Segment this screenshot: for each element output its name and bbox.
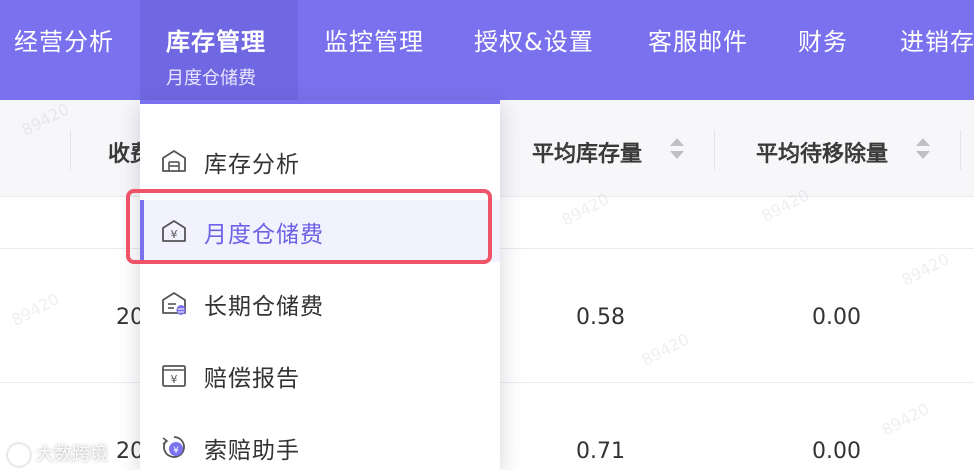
cell-avg-pending: 0.00: [812, 439, 861, 464]
header-avg-pending-removal[interactable]: 平均待移除量: [756, 136, 888, 168]
sort-avg-pending-icon[interactable]: [916, 138, 930, 162]
cell-avg-stock: 0.71: [576, 439, 625, 464]
menu-item-label: 长期仓储费: [204, 294, 324, 320]
active-indicator: [140, 200, 144, 262]
svg-text:¥: ¥: [171, 373, 178, 386]
cell-avg-pending: 0.00: [812, 305, 861, 330]
nav-item-monitoring[interactable]: 监控管理: [324, 22, 424, 58]
corner-logo: 大数跨境: [8, 440, 108, 466]
menu-item-long-term-storage-fee[interactable]: 长期仓储费: [140, 272, 500, 334]
nav-item-inventory[interactable]: 库存管理: [166, 22, 266, 58]
yen-box-icon: ¥: [160, 361, 188, 389]
column-divider: [960, 130, 961, 170]
warehouse-coin-icon: [160, 289, 188, 317]
nav-item-purchase-sales[interactable]: 进销存: [900, 22, 974, 58]
svg-text:¥: ¥: [173, 446, 179, 456]
nav-item-authorization-settings[interactable]: 授权&设置: [474, 22, 594, 58]
cell-avg-stock: 0.58: [576, 305, 625, 330]
nav-item-inventory-sublabel: 月度仓储费: [166, 68, 256, 89]
menu-item-label: 库存分析: [204, 152, 300, 178]
menu-item-label: 月度仓储费: [204, 222, 324, 248]
warehouse-yen-icon: ¥: [160, 217, 188, 245]
column-divider: [70, 130, 71, 170]
claim-icon: ¥: [160, 433, 188, 461]
nav-item-customer-email[interactable]: 客服邮件: [648, 22, 748, 58]
menu-item-label: 赔偿报告: [204, 366, 300, 392]
top-nav: 经营分析 库存管理 月度仓储费 监控管理 授权&设置 客服邮件 财务 进销存: [0, 0, 974, 100]
inventory-dropdown-menu: 库存分析 ¥ 月度仓储费 长期仓储费 ¥ 赔偿报告 ¥ 索赔助手: [140, 100, 500, 470]
corner-logo-text: 大数跨境: [36, 444, 108, 465]
warehouse-icon: [160, 147, 188, 175]
column-divider: [714, 130, 715, 170]
sort-avg-stock-icon[interactable]: [670, 138, 684, 162]
logo-icon: [8, 444, 30, 466]
menu-item-label: 索赔助手: [204, 438, 300, 464]
menu-item-compensation-report[interactable]: ¥ 赔偿报告: [140, 344, 500, 406]
menu-item-monthly-storage-fee[interactable]: ¥ 月度仓储费: [140, 200, 500, 262]
nav-item-finance[interactable]: 财务: [798, 22, 848, 58]
menu-item-claim-assistant[interactable]: ¥ 索赔助手: [140, 416, 500, 470]
header-avg-stock[interactable]: 平均库存量: [532, 136, 642, 168]
menu-item-inventory-analysis[interactable]: 库存分析: [140, 130, 500, 192]
nav-item-business-analysis[interactable]: 经营分析: [14, 22, 114, 58]
svg-text:¥: ¥: [171, 228, 178, 241]
